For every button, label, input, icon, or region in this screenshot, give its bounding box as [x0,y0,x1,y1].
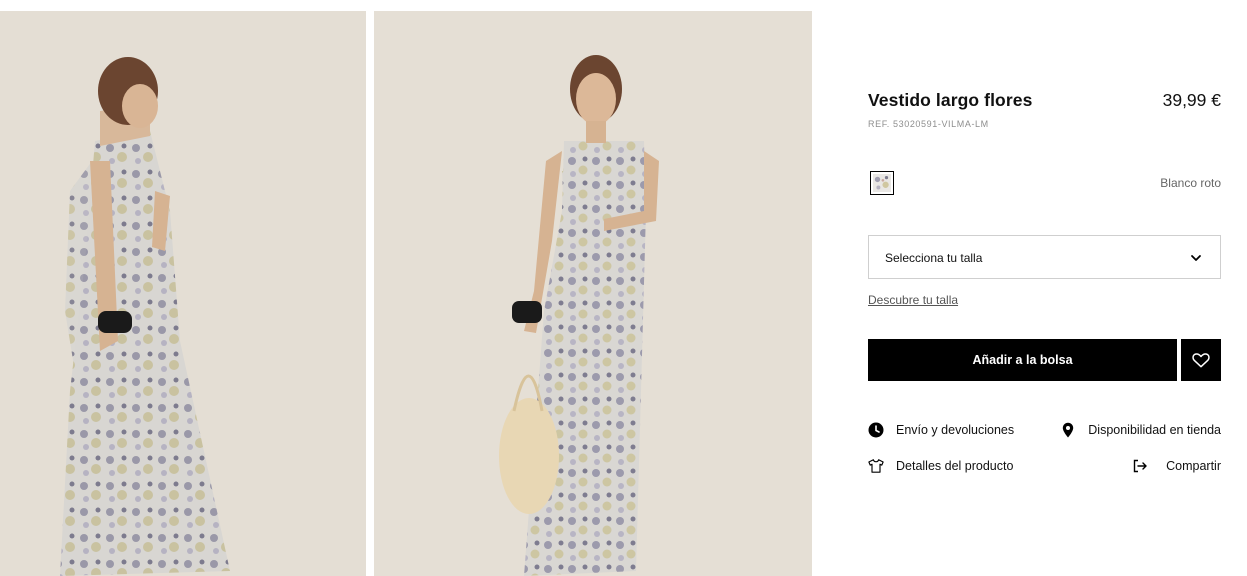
heart-icon [1192,353,1210,368]
product-details-link[interactable]: Detalles del producto [868,458,1013,474]
wishlist-button[interactable] [1181,339,1221,381]
model-back-image [0,11,366,576]
shipping-returns-link[interactable]: Envío y devoluciones [868,422,1014,438]
tshirt-icon [868,459,884,473]
color-name: Blanco roto [1160,176,1221,190]
clock-icon [868,422,884,438]
product-title: Vestido largo flores [868,90,1033,110]
color-swatch[interactable] [870,171,894,195]
size-select[interactable]: Selecciona tu talla [868,235,1221,279]
add-to-bag-button[interactable]: Añadir a la bolsa [868,339,1177,381]
product-info-panel: Vestido largo flores 39,99 € REF. 530205… [868,0,1221,576]
store-availability-label: Disponibilidad en tienda [1088,423,1221,437]
product-photo-back[interactable] [0,11,366,576]
product-details-label: Detalles del producto [896,459,1014,473]
product-photo-front[interactable] [374,11,812,576]
store-availability-link[interactable]: Disponibilidad en tienda [1060,422,1221,438]
chevron-down-icon [1191,255,1201,261]
location-pin-icon [1063,422,1074,438]
shipping-returns-label: Envío y devoluciones [896,423,1015,437]
model-front-image [374,11,812,576]
share-link[interactable]: Compartir [1132,458,1221,474]
size-guide-link[interactable]: Descubre tu talla [868,293,958,307]
floral-swatch-icon [873,174,891,192]
share-icon [1133,459,1147,473]
size-select-label: Selecciona tu talla [885,251,983,265]
product-price: 39,99 € [1162,90,1221,110]
share-label: Compartir [1166,459,1221,473]
product-reference: REF. 53020591-VILMA-LM [868,119,989,129]
